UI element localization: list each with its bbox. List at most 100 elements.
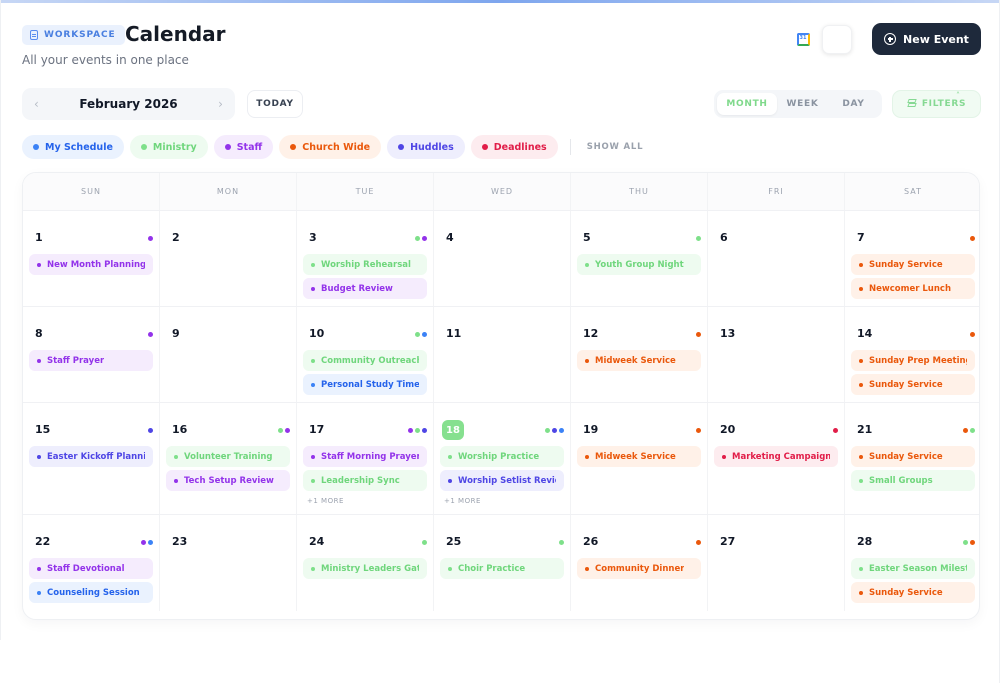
day-cell[interactable]: 28 Easter Season Milestone Sunday Service — [845, 515, 979, 611]
category-chip-huddles[interactable]: Huddles — [387, 135, 465, 159]
category-chip-schedule[interactable]: My Schedule — [22, 135, 124, 159]
day-cell[interactable]: 24 Ministry Leaders Gather — [297, 515, 434, 611]
day-cell[interactable]: 5 Youth Group Night — [571, 211, 708, 306]
event-pill[interactable]: Sunday Service — [851, 446, 975, 467]
event-label: Personal Study Time — [321, 379, 419, 390]
day-cell[interactable]: 18 Worship Practice Worship Setlist Review… — [434, 403, 571, 514]
event-pill[interactable]: Budget Review — [303, 278, 427, 299]
event-pill[interactable]: Worship Rehearsal — [303, 254, 427, 275]
event-pill[interactable]: Midweek Service — [577, 350, 701, 371]
event-pill[interactable]: Sunday Service — [851, 374, 975, 395]
event-pill[interactable]: New Month Planning — [29, 254, 153, 275]
google-calendar-button[interactable] — [789, 25, 817, 53]
more-events-link[interactable]: +1 MORE — [440, 497, 564, 505]
month-label: February 2026 — [79, 97, 178, 111]
day-cell[interactable]: 14 Sunday Prep Meeting Sunday Service — [845, 307, 979, 402]
event-pill[interactable]: Tech Setup Review — [166, 470, 290, 491]
filters-button[interactable]: FILTERS ˄ — [892, 90, 981, 118]
event-pill[interactable]: Community Dinner — [577, 558, 701, 579]
event-label: Counseling Session — [47, 587, 140, 598]
new-event-label: New Event — [903, 32, 969, 46]
day-cell[interactable]: 11 — [434, 307, 571, 402]
day-cell[interactable]: 6 — [708, 211, 845, 306]
next-month-icon[interactable]: › — [218, 97, 223, 111]
day-cell[interactable]: 16 Volunteer Training Tech Setup Review — [160, 403, 297, 514]
day-cell[interactable]: 26 Community Dinner — [571, 515, 708, 611]
left-edge-divider — [0, 0, 1, 640]
event-dot-icon — [37, 566, 41, 571]
day-cell[interactable]: 12 Midweek Service — [571, 307, 708, 402]
event-pill[interactable]: Ministry Leaders Gather — [303, 558, 427, 579]
event-pill[interactable]: Small Groups — [851, 470, 975, 491]
day-cell[interactable]: 23 — [160, 515, 297, 611]
event-pill[interactable]: Easter Kickoff Planning — [29, 446, 153, 467]
event-pill[interactable]: Community Outreach P — [303, 350, 427, 371]
event-pill[interactable]: Counseling Session — [29, 582, 153, 603]
event-pill[interactable]: Newcomer Lunch — [851, 278, 975, 299]
event-pill[interactable]: Personal Study Time — [303, 374, 427, 395]
event-pill[interactable]: Volunteer Training — [166, 446, 290, 467]
category-chip-label: Ministry — [152, 141, 197, 153]
day-events: Ministry Leaders Gather — [303, 558, 427, 579]
event-pill[interactable]: Sunday Service — [851, 254, 975, 275]
event-label: Midweek Service — [595, 355, 676, 366]
day-cell[interactable]: 4 — [434, 211, 571, 306]
day-cell[interactable]: 21 Sunday Service Small Groups — [845, 403, 979, 514]
new-event-button[interactable]: New Event — [872, 23, 981, 55]
event-pill[interactable]: Sunday Prep Meeting — [851, 350, 975, 371]
tab-day[interactable]: DAY — [828, 93, 879, 115]
event-dot-icon — [311, 262, 315, 267]
category-chip-church[interactable]: Church Wide — [279, 135, 382, 159]
day-cell[interactable]: 17 Staff Morning Prayer Leadership Sync +1 … — [297, 403, 434, 514]
event-dot-icon — [448, 454, 452, 459]
event-indicator-dots — [408, 428, 427, 433]
event-pill[interactable]: Worship Practice — [440, 446, 564, 467]
indicator-dot-icon — [970, 428, 975, 433]
event-label: Ministry Leaders Gather — [321, 563, 419, 574]
day-cell[interactable]: 15 Easter Kickoff Planning — [23, 403, 160, 514]
event-pill[interactable]: Staff Morning Prayer — [303, 446, 427, 467]
event-pill[interactable]: Marketing Campaign D — [714, 446, 838, 467]
event-label: Leadership Sync — [321, 475, 400, 486]
event-pill[interactable]: Choir Practice — [440, 558, 564, 579]
today-button[interactable]: TODAY — [247, 90, 303, 118]
day-cell[interactable]: 3 Worship Rehearsal Budget Review — [297, 211, 434, 306]
event-pill[interactable]: Midweek Service — [577, 446, 701, 467]
options-button[interactable] — [822, 25, 852, 54]
day-cell[interactable]: 20 Marketing Campaign D — [708, 403, 845, 514]
day-cell[interactable]: 7 Sunday Service Newcomer Lunch — [845, 211, 979, 306]
category-chip-staff[interactable]: Staff — [213, 135, 274, 159]
event-pill[interactable]: Sunday Service — [851, 582, 975, 603]
indicator-dot-icon — [963, 540, 968, 545]
day-cell[interactable]: 19 Midweek Service — [571, 403, 708, 514]
event-label: Staff Prayer — [47, 355, 105, 366]
event-pill[interactable]: Staff Prayer — [29, 350, 153, 371]
day-events: Sunday Service Newcomer Lunch — [851, 254, 975, 299]
tab-month[interactable]: MONTH — [717, 93, 777, 115]
category-chip-ministry[interactable]: Ministry — [129, 135, 208, 159]
event-pill[interactable]: Leadership Sync — [303, 470, 427, 491]
event-pill[interactable]: Easter Season Milestone — [851, 558, 975, 579]
day-cell[interactable]: 25 Choir Practice — [434, 515, 571, 611]
day-cell[interactable]: 2 — [160, 211, 297, 306]
weekday-label-mon: MON — [160, 173, 297, 210]
show-all-link[interactable]: SHOW ALL — [587, 142, 644, 152]
day-cell[interactable]: 1 New Month Planning — [23, 211, 160, 306]
category-chip-deadlines[interactable]: Deadlines — [470, 135, 558, 159]
day-cell[interactable]: 13 — [708, 307, 845, 402]
day-cell[interactable]: 9 — [160, 307, 297, 402]
day-cell[interactable]: 22 Staff Devotional Counseling Session — [23, 515, 160, 611]
day-cell[interactable]: 10 Community Outreach P Personal Study Tim… — [297, 307, 434, 402]
event-pill[interactable]: Staff Devotional — [29, 558, 153, 579]
day-events: Staff Devotional Counseling Session — [29, 558, 153, 603]
prev-month-icon[interactable]: ‹ — [34, 97, 39, 111]
day-number: 11 — [446, 327, 462, 340]
more-events-link[interactable]: +1 MORE — [303, 497, 427, 505]
day-cell[interactable]: 27 — [708, 515, 845, 611]
event-indicator-dots — [970, 332, 975, 337]
tab-week[interactable]: WEEK — [777, 93, 828, 115]
day-cell[interactable]: 8 Staff Prayer — [23, 307, 160, 402]
event-pill[interactable]: Youth Group Night — [577, 254, 701, 275]
event-pill[interactable]: Worship Setlist Review — [440, 470, 564, 491]
indicator-dot-icon — [148, 540, 153, 545]
